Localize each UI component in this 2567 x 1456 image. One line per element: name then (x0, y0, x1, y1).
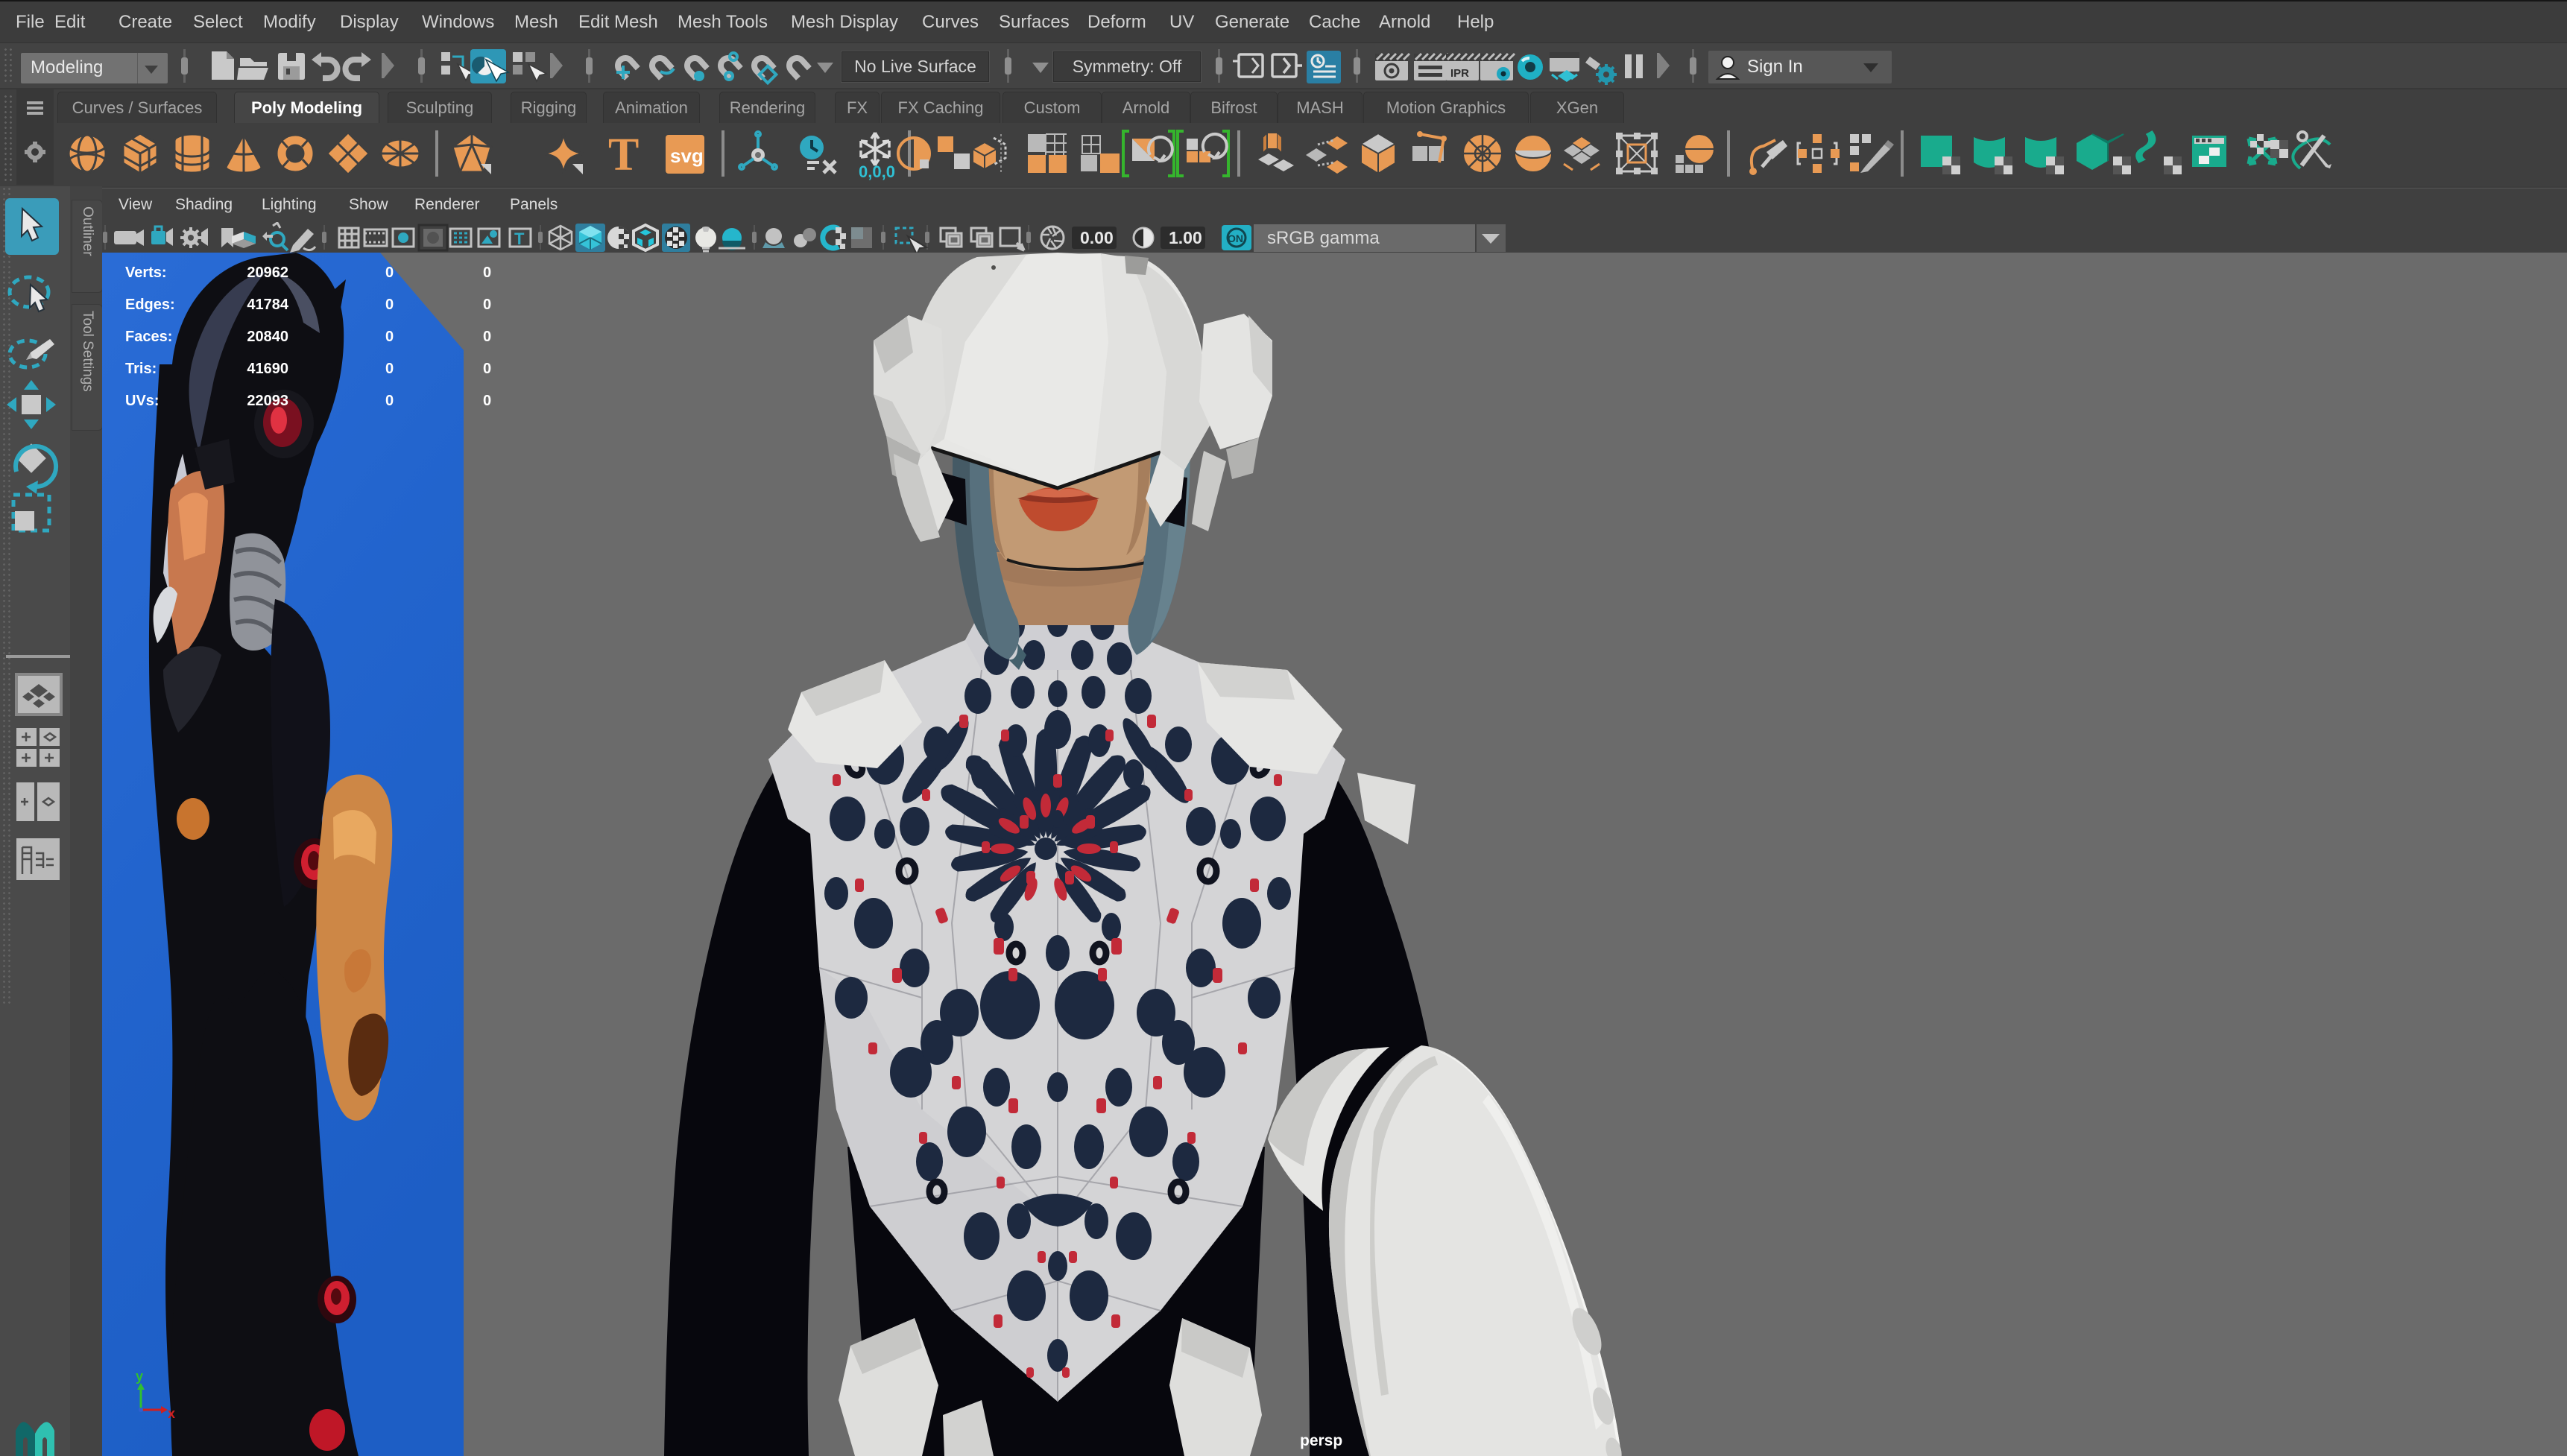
svg-text:1.00: 1.00 (1169, 228, 1202, 247)
svg-text:0: 0 (483, 297, 491, 313)
svg-text:0,0,0: 0,0,0 (859, 162, 895, 181)
svg-text:ON: ON (1228, 232, 1243, 244)
svg-text:0: 0 (483, 265, 491, 281)
svg-text:0: 0 (483, 361, 491, 377)
svg-text:0: 0 (483, 393, 491, 409)
svg-text:Tris:: Tris: (125, 361, 157, 377)
svg-text:41690: 41690 (247, 361, 288, 377)
svg-text:persp: persp (1300, 1432, 1342, 1449)
svg-text:0.00: 0.00 (1080, 228, 1114, 247)
svg-text:Edges:: Edges: (125, 297, 175, 313)
svg-text:22093: 22093 (247, 393, 288, 409)
svg-text:IPR: IPR (1450, 67, 1469, 80)
svg-text:sRGB gamma: sRGB gamma (1267, 228, 1380, 248)
svg-text:0: 0 (385, 329, 394, 345)
svg-text:0: 0 (385, 265, 394, 281)
svg-text:x: x (168, 1406, 175, 1421)
svg-text:Verts:: Verts: (125, 265, 167, 281)
svg-text:0: 0 (385, 393, 394, 409)
svg-text:0: 0 (385, 361, 394, 377)
svg-text:20840: 20840 (247, 329, 288, 345)
svg-text:T: T (514, 230, 525, 248)
svg-text:20962: 20962 (247, 265, 288, 281)
svg-text:0: 0 (385, 297, 394, 313)
svg-text:41784: 41784 (247, 297, 288, 313)
svg-text:0: 0 (483, 329, 491, 345)
svg-text:T: T (608, 130, 639, 180)
svg-text:svg: svg (670, 145, 704, 167)
svg-text:y: y (136, 1369, 143, 1384)
svg-text:Faces:: Faces: (125, 329, 172, 345)
svg-text:UVs:: UVs: (125, 393, 160, 409)
